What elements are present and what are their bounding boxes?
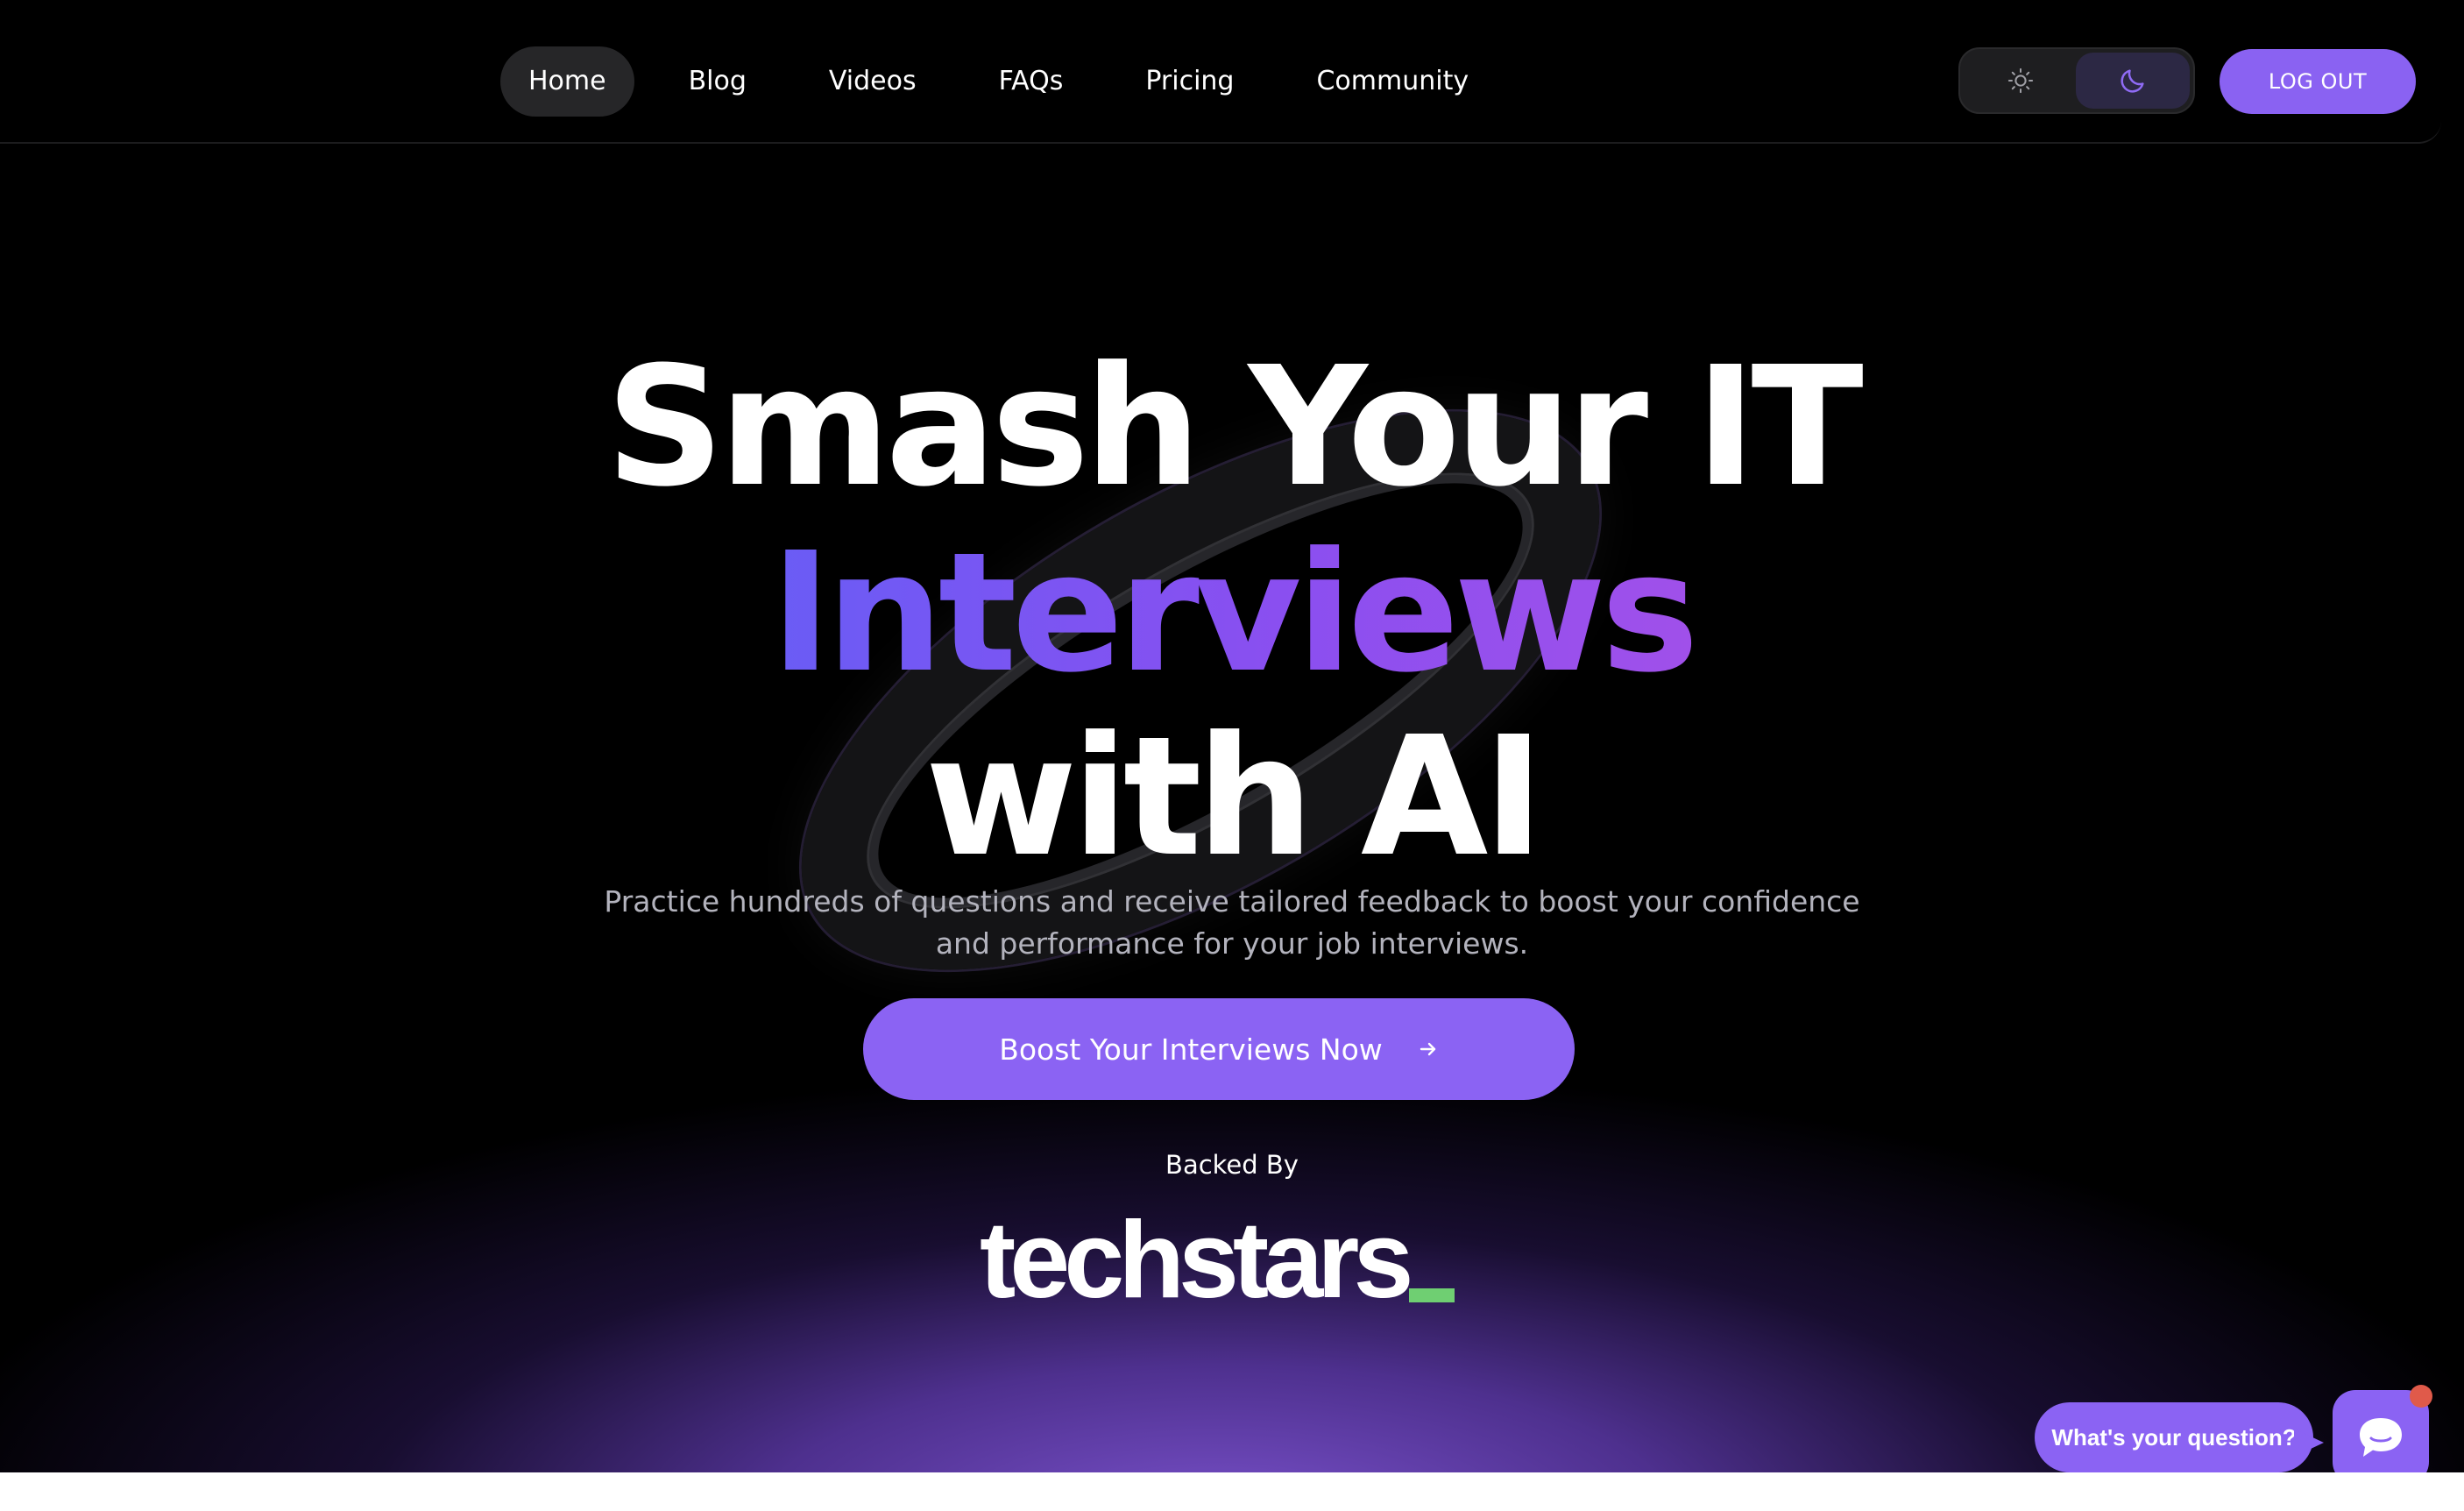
backed-by-label: Backed By xyxy=(1165,1150,1299,1180)
hero-subtitle-line-1: Practice hundreds of questions and recei… xyxy=(604,884,1860,919)
hero-title-line-1: Smash Your IT xyxy=(605,331,1864,523)
arrow-right-icon xyxy=(1418,1039,1439,1060)
notification-dot xyxy=(2410,1385,2432,1408)
chat-bubble-icon xyxy=(2360,1418,2402,1457)
dark-theme-button[interactable] xyxy=(2076,53,2190,109)
hero-subtitle-line-2: and performance for your job interviews. xyxy=(935,926,1529,961)
theme-toggle xyxy=(1958,47,2195,114)
light-theme-button[interactable] xyxy=(1964,53,2078,109)
nav-link-pricing[interactable]: Pricing xyxy=(1117,46,1262,117)
boost-interviews-button[interactable]: Boost Your Interviews Now xyxy=(863,998,1575,1100)
techstars-logo-text: techstars xyxy=(980,1200,1413,1321)
sun-icon xyxy=(2007,67,2034,94)
nav-link-blog[interactable]: Blog xyxy=(661,46,775,117)
chat-prompt-tail xyxy=(2294,1429,2324,1457)
hero-subtitle: Practice hundreds of questions and recei… xyxy=(0,881,2464,965)
logout-button[interactable]: LOG OUT xyxy=(2220,49,2416,114)
nav-link-community[interactable]: Community xyxy=(1288,46,1497,117)
nav-link-home[interactable]: Home xyxy=(500,46,634,117)
chat-prompt-bubble[interactable]: What's your question? xyxy=(2035,1402,2313,1472)
landing-page: Home Blog Videos FAQs Pricing Community xyxy=(0,0,2464,1472)
cta-label: Boost Your Interviews Now xyxy=(999,1032,1383,1067)
techstars-logo-underscore xyxy=(1409,1288,1455,1302)
nav-links: Home Blog Videos FAQs Pricing Community xyxy=(500,46,1523,117)
hero-title-highlight: Interviews xyxy=(770,517,1699,709)
nav-link-videos[interactable]: Videos xyxy=(801,46,945,117)
top-navbar: Home Blog Videos FAQs Pricing Community xyxy=(0,0,2441,144)
hero-title-line-2: Interviews xyxy=(0,526,2464,701)
hero-title-line-3: with AI xyxy=(924,701,1545,893)
moon-icon xyxy=(2121,69,2144,93)
techstars-logo: techstars xyxy=(980,1201,1455,1315)
nav-link-faqs[interactable]: FAQs xyxy=(971,46,1092,117)
